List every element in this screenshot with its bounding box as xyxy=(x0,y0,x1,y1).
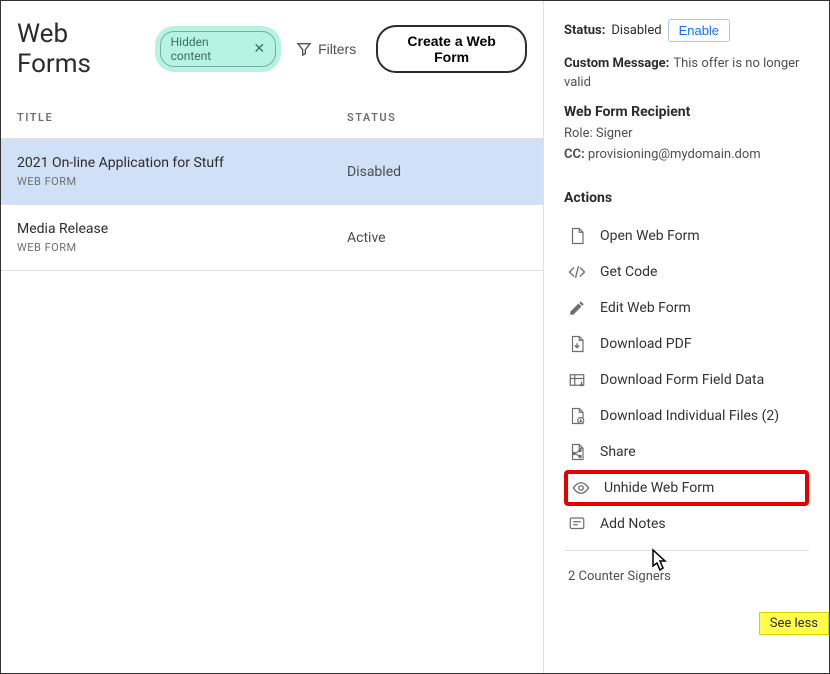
download-files-icon xyxy=(568,407,586,425)
action-download-form-field-data[interactable]: Download Form Field Data xyxy=(564,362,809,398)
column-status[interactable]: STATUS xyxy=(347,111,527,124)
actions-list: Open Web Form Get Code Edit Web Form Downlo… xyxy=(564,218,809,542)
role-row: Role: Signer xyxy=(564,126,809,141)
status-label: Status: xyxy=(564,23,605,38)
status-row: Status: Disabled Enable xyxy=(564,19,809,42)
custom-message-block: Custom Message: This offer is no longer … xyxy=(564,52,809,90)
create-web-form-button[interactable]: Create a Web Form xyxy=(376,25,527,73)
action-label: Download PDF xyxy=(600,336,692,352)
filter-chip-hidden-content[interactable]: Hidden content ✕ xyxy=(160,31,276,67)
action-download-individual-files-2[interactable]: Download Individual Files (2) xyxy=(564,398,809,434)
action-label: Download Form Field Data xyxy=(600,372,764,388)
actions-heading: Actions xyxy=(564,190,809,206)
row-subtype: WEB FORM xyxy=(17,175,347,188)
action-label: Edit Web Form xyxy=(600,300,691,316)
page-title: Web Forms xyxy=(17,19,140,79)
column-title[interactable]: TITLE xyxy=(17,111,347,124)
custom-message-label: Custom Message: xyxy=(564,56,669,71)
enable-button[interactable]: Enable xyxy=(668,19,730,42)
main-panel: Web Forms Hidden content ✕ Filters Creat… xyxy=(1,1,544,673)
action-label: Get Code xyxy=(600,264,657,280)
recipient-heading: Web Form Recipient xyxy=(564,104,809,120)
action-label: Share xyxy=(600,444,636,460)
see-less-button[interactable]: See less xyxy=(759,612,829,635)
action-label: Unhide Web Form xyxy=(604,480,714,496)
action-download-pdf[interactable]: Download PDF xyxy=(564,326,809,362)
action-unhide-web-form[interactable]: Unhide Web Form xyxy=(564,470,809,506)
action-get-code[interactable]: Get Code xyxy=(564,254,809,290)
cc-value: provisioning@mydomain.dom xyxy=(588,147,761,162)
funnel-icon xyxy=(296,41,312,57)
row-status: Active xyxy=(347,230,527,246)
cc-label: CC: xyxy=(564,147,585,162)
action-label: Download Individual Files (2) xyxy=(600,408,779,424)
download-data-icon xyxy=(568,371,586,389)
download-pdf-icon xyxy=(568,335,586,353)
role-label: Role: xyxy=(564,126,593,141)
table-row[interactable]: 2021 On-line Application for Stuff WEB F… xyxy=(1,139,543,205)
pencil-icon xyxy=(568,299,586,317)
note-icon xyxy=(568,515,586,533)
action-edit-web-form[interactable]: Edit Web Form xyxy=(564,290,809,326)
action-label: Add Notes xyxy=(600,516,666,532)
cc-row: CC: provisioning@mydomain.dom xyxy=(564,147,809,162)
filters-label: Filters xyxy=(318,41,356,57)
row-title: Media Release xyxy=(17,221,347,237)
web-forms-table: TITLE STATUS 2021 On-line Application fo… xyxy=(1,97,543,271)
row-status: Disabled xyxy=(347,164,527,180)
action-open-web-form[interactable]: Open Web Form xyxy=(564,218,809,254)
table-header: TITLE STATUS xyxy=(1,97,543,139)
share-icon xyxy=(568,443,586,461)
file-icon xyxy=(568,227,586,245)
action-label: Open Web Form xyxy=(600,228,700,244)
code-icon xyxy=(568,263,586,281)
chip-label: Hidden content xyxy=(171,35,246,63)
status-value: Disabled xyxy=(611,23,661,38)
counter-signers[interactable]: 2 Counter Signers xyxy=(564,550,809,602)
close-icon[interactable]: ✕ xyxy=(253,41,265,57)
action-share[interactable]: Share xyxy=(564,434,809,470)
row-title: 2021 On-line Application for Stuff xyxy=(17,155,347,171)
eye-icon xyxy=(572,479,590,497)
details-panel: Status: Disabled Enable Custom Message: … xyxy=(544,1,829,673)
filters-button[interactable]: Filters xyxy=(286,35,366,63)
table-row[interactable]: Media Release WEB FORM Active xyxy=(1,205,543,271)
action-add-notes[interactable]: Add Notes xyxy=(564,506,809,542)
role-value: Signer xyxy=(596,126,633,141)
row-subtype: WEB FORM xyxy=(17,241,347,254)
